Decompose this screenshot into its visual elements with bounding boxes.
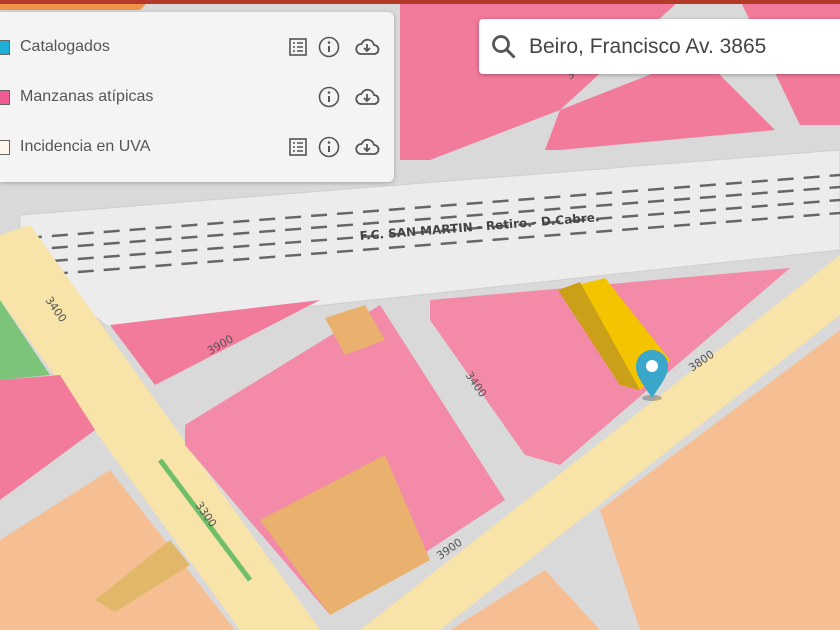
window-top-border: [0, 0, 840, 4]
layer-swatch: [0, 39, 10, 55]
search-icon[interactable]: [491, 34, 517, 60]
info-icon[interactable]: [317, 135, 341, 159]
layer-label: Incidencia en UVA: [20, 138, 151, 155]
cloud-download-icon[interactable]: [353, 35, 381, 59]
layer-label: Manzanas atípicas: [20, 88, 154, 105]
layer-swatch: [0, 89, 10, 105]
search-input[interactable]: [527, 33, 840, 60]
layer-row-manzanas-atipicas[interactable]: Manzanas atípicas: [0, 82, 394, 112]
cloud-download-icon[interactable]: [353, 85, 381, 109]
layers-legend-panel: Catalogados Manzanas atípicas Incidencia…: [0, 12, 394, 182]
info-icon[interactable]: [317, 85, 341, 109]
layer-row-incidencia-uva[interactable]: Incidencia en UVA: [0, 132, 394, 162]
layer-swatch: [0, 139, 10, 155]
info-icon[interactable]: [317, 35, 341, 59]
address-search-box[interactable]: [479, 19, 840, 74]
table-icon[interactable]: [286, 35, 310, 59]
layer-label: Catalogados: [20, 38, 110, 55]
layer-row-catalogados[interactable]: Catalogados: [0, 32, 394, 62]
cloud-download-icon[interactable]: [353, 135, 381, 159]
table-icon[interactable]: [286, 135, 310, 159]
